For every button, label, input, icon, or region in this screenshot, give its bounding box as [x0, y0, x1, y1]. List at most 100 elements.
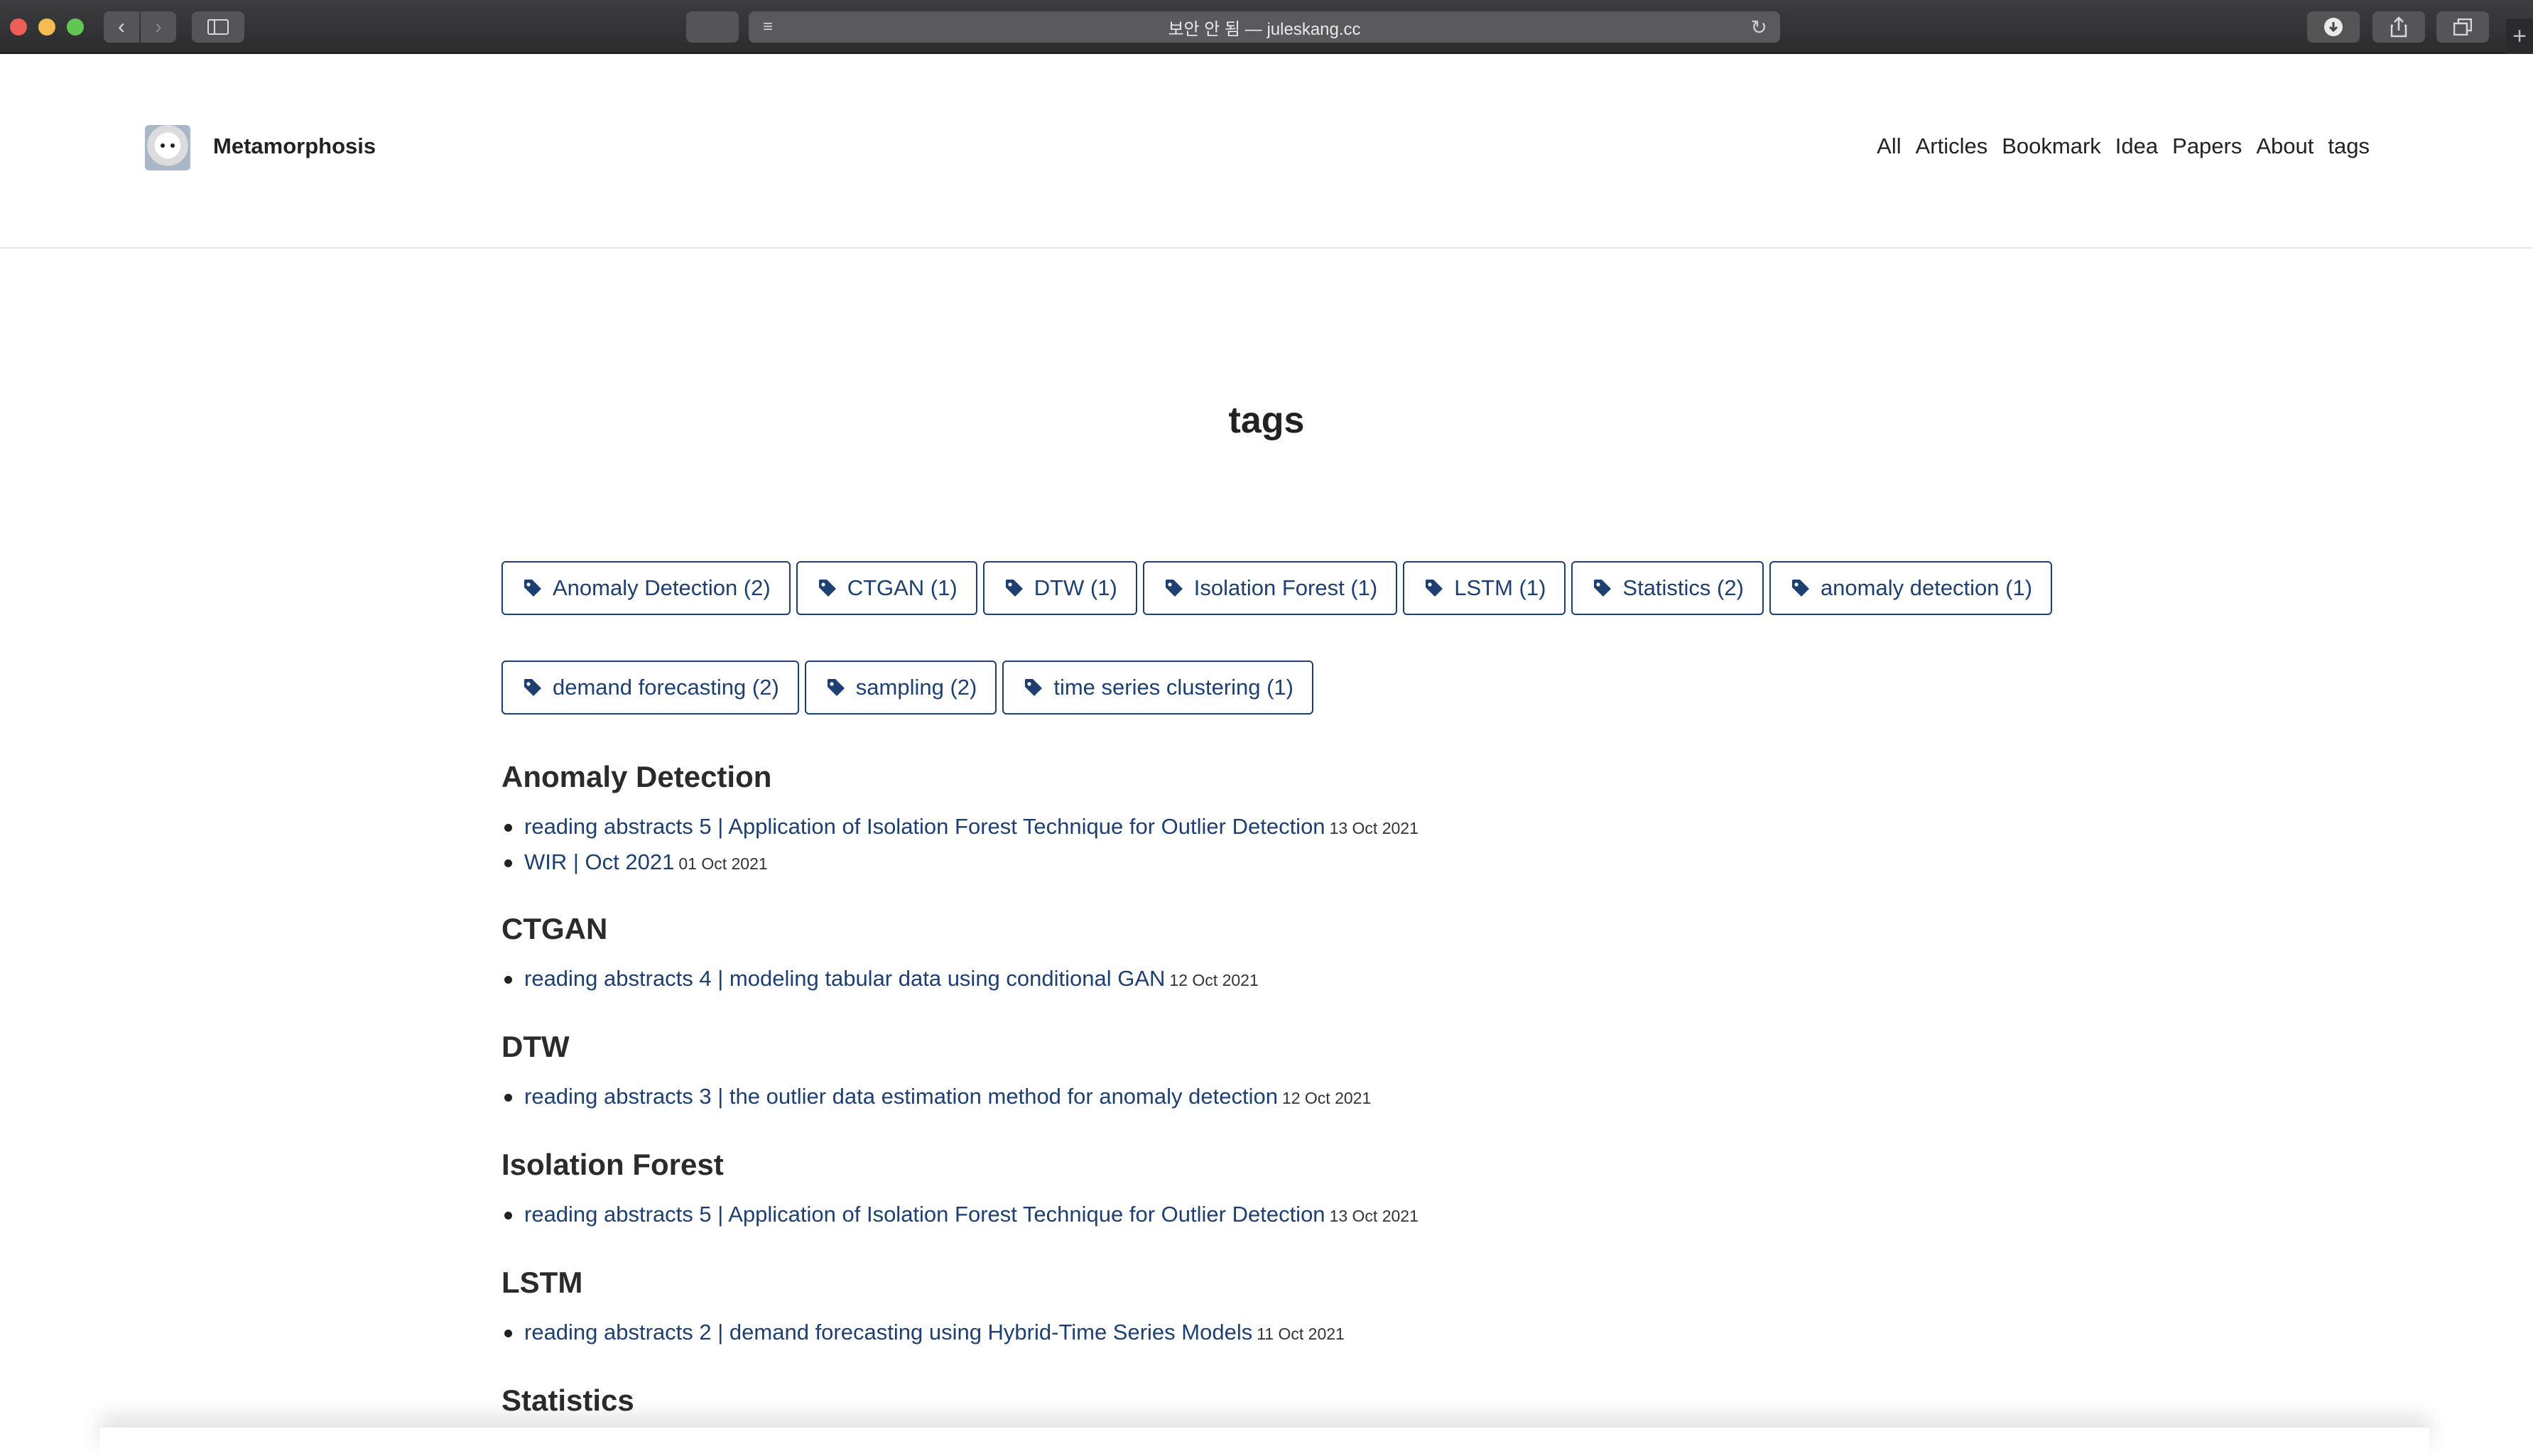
close-window-button[interactable]	[10, 18, 27, 36]
tag-section: DTW reading abstracts 3 | the outlier dat…	[501, 1030, 1371, 1115]
tag-icon	[827, 679, 845, 696]
list-item: reading abstracts 4 | modeling tabular d…	[501, 962, 1259, 997]
nav-about[interactable]: About	[2256, 134, 2314, 159]
tag-label: LSTM (1)	[1454, 575, 1546, 600]
chevron-left-icon: ‹	[118, 15, 125, 38]
section-heading: Anomaly Detection	[501, 760, 772, 793]
browser-toolbar: ‹ › ≡ 보안 안 됨 — juleskang.cc ↻ +	[0, 0, 2533, 54]
nav-papers[interactable]: Papers	[2172, 134, 2242, 159]
tag-section: Isolation Forest reading abstracts 5 | Ap…	[501, 1148, 1419, 1233]
tag-button[interactable]: CTGAN (1)	[796, 561, 977, 615]
tag-icon	[818, 580, 836, 597]
site-nav: All Articles Bookmark Idea Papers About …	[1877, 134, 2370, 159]
site-title[interactable]: Metamorphosis	[213, 134, 376, 159]
address-bar[interactable]: ≡ 보안 안 됨 — juleskang.cc ↻	[749, 11, 1780, 43]
downloads-button[interactable]	[2307, 11, 2360, 43]
list-item: reading abstracts 5 | Application of Iso…	[501, 810, 1419, 845]
tag-label: sampling (2)	[855, 675, 977, 700]
tag-label: Statistics (2)	[1622, 575, 1744, 600]
scroll-shadow	[99, 1428, 2429, 1456]
tag-label: CTGAN (1)	[847, 575, 958, 600]
post-link[interactable]: reading abstracts 3 | the outlier data e…	[524, 1084, 1278, 1109]
tag-button[interactable]: anomaly detection (1)	[1769, 561, 2053, 615]
tag-label: DTW (1)	[1034, 575, 1117, 600]
sidebar-icon	[207, 19, 229, 35]
site-header: Metamorphosis All Articles Bookmark Idea…	[0, 55, 2533, 249]
tag-button[interactable]: Statistics (2)	[1571, 561, 1764, 615]
site-logo[interactable]	[145, 125, 190, 170]
tag-button[interactable]: sampling (2)	[804, 661, 997, 715]
nav-tags[interactable]: tags	[2328, 134, 2370, 159]
post-link[interactable]: reading abstracts 2 | demand forecasting…	[524, 1320, 1252, 1344]
show-tabs-button[interactable]	[2436, 11, 2489, 43]
sidebar-toggle-button[interactable]	[192, 11, 244, 43]
post-list: reading abstracts 5 | Application of Iso…	[501, 810, 1419, 881]
tag-list: demand forecasting (2) sampling (2) time s…	[501, 661, 1313, 715]
section-heading: CTGAN	[501, 912, 608, 945]
tag-label: Isolation Forest (1)	[1193, 575, 1378, 600]
download-icon	[2324, 18, 2343, 36]
list-item: reading abstracts 5 | Application of Iso…	[501, 1197, 1419, 1233]
tag-label: time series clustering (1)	[1053, 675, 1293, 700]
tag-icon	[524, 580, 541, 597]
post-date: 12 Oct 2021	[1169, 971, 1259, 989]
post-list: reading abstracts 3 | the outlier data e…	[501, 1080, 1371, 1115]
tag-button[interactable]: Anomaly Detection (2)	[501, 561, 791, 615]
post-date: 01 Oct 2021	[678, 854, 768, 873]
new-tab-button[interactable]: +	[2506, 18, 2533, 54]
post-link[interactable]: reading abstracts 4 | modeling tabular d…	[524, 966, 1165, 991]
tag-icon	[1025, 679, 1043, 696]
post-link[interactable]: WIR | Oct 2021	[524, 849, 674, 874]
tag-label: demand forecasting (2)	[553, 675, 779, 700]
post-list: reading abstracts 2 | demand forecasting…	[501, 1315, 1345, 1351]
tag-button[interactable]: Isolation Forest (1)	[1142, 561, 1398, 615]
tag-icon	[1005, 580, 1023, 597]
nav-idea[interactable]: Idea	[2115, 134, 2158, 159]
nav-articles[interactable]: Articles	[1916, 134, 1988, 159]
post-date: 13 Oct 2021	[1329, 819, 1419, 837]
zoom-window-button[interactable]	[67, 18, 84, 36]
tag-icon	[1165, 580, 1183, 597]
address-text: 보안 안 됨 — juleskang.cc	[1168, 19, 1361, 39]
section-heading: LSTM	[501, 1266, 583, 1299]
list-item: WIR | Oct 2021 01 Oct 2021	[501, 845, 1419, 881]
tag-section: Anomaly Detection reading abstracts 5 | A…	[501, 760, 1419, 881]
post-list: reading abstracts 5 | Application of Iso…	[501, 1197, 1419, 1233]
reader-icon[interactable]: ≡	[763, 17, 773, 37]
page-title: tags	[1228, 400, 1305, 441]
chevron-right-icon: ›	[155, 15, 162, 38]
tag-button[interactable]: DTW (1)	[982, 561, 1137, 615]
tabs-icon	[2453, 18, 2472, 36]
section-heading: DTW	[501, 1030, 570, 1063]
tag-icon	[524, 679, 541, 696]
tag-list: Anomaly Detection (2) CTGAN (1) DTW (1) Iso…	[501, 561, 2053, 615]
logo-eye	[170, 143, 175, 148]
tag-section: Statistics	[501, 1384, 634, 1418]
minimize-window-button[interactable]	[38, 18, 55, 36]
section-heading: Isolation Forest	[501, 1148, 724, 1181]
back-button[interactable]: ‹	[104, 11, 139, 43]
post-date: 13 Oct 2021	[1329, 1207, 1419, 1225]
post-date: 11 Oct 2021	[1257, 1325, 1345, 1343]
list-item: reading abstracts 2 | demand forecasting…	[501, 1315, 1345, 1351]
logo-eye	[161, 143, 165, 148]
post-link[interactable]: reading abstracts 5 | Application of Iso…	[524, 814, 1325, 839]
tag-label: Anomaly Detection (2)	[553, 575, 771, 600]
tag-button[interactable]: time series clustering (1)	[1002, 661, 1313, 715]
tag-icon	[1791, 580, 1809, 597]
tag-button[interactable]: demand forecasting (2)	[501, 661, 799, 715]
tag-section: CTGAN reading abstracts 4 | modeling tabu…	[501, 912, 1259, 997]
reload-icon[interactable]: ↻	[1751, 16, 1767, 39]
tag-label: anomaly detection (1)	[1820, 575, 2033, 600]
post-link[interactable]: reading abstracts 5 | Application of Iso…	[524, 1202, 1325, 1227]
post-date: 12 Oct 2021	[1281, 1089, 1372, 1107]
tag-button[interactable]: LSTM (1)	[1403, 561, 1566, 615]
tag-icon	[1426, 580, 1443, 597]
share-button[interactable]	[2372, 11, 2425, 43]
section-heading: Statistics	[501, 1384, 634, 1417]
tab-overview-button[interactable]	[686, 11, 739, 43]
nav-all[interactable]: All	[1877, 134, 1901, 159]
nav-bookmark[interactable]: Bookmark	[2002, 134, 2101, 159]
post-list: reading abstracts 4 | modeling tabular d…	[501, 962, 1259, 997]
forward-button[interactable]: ›	[141, 11, 176, 43]
